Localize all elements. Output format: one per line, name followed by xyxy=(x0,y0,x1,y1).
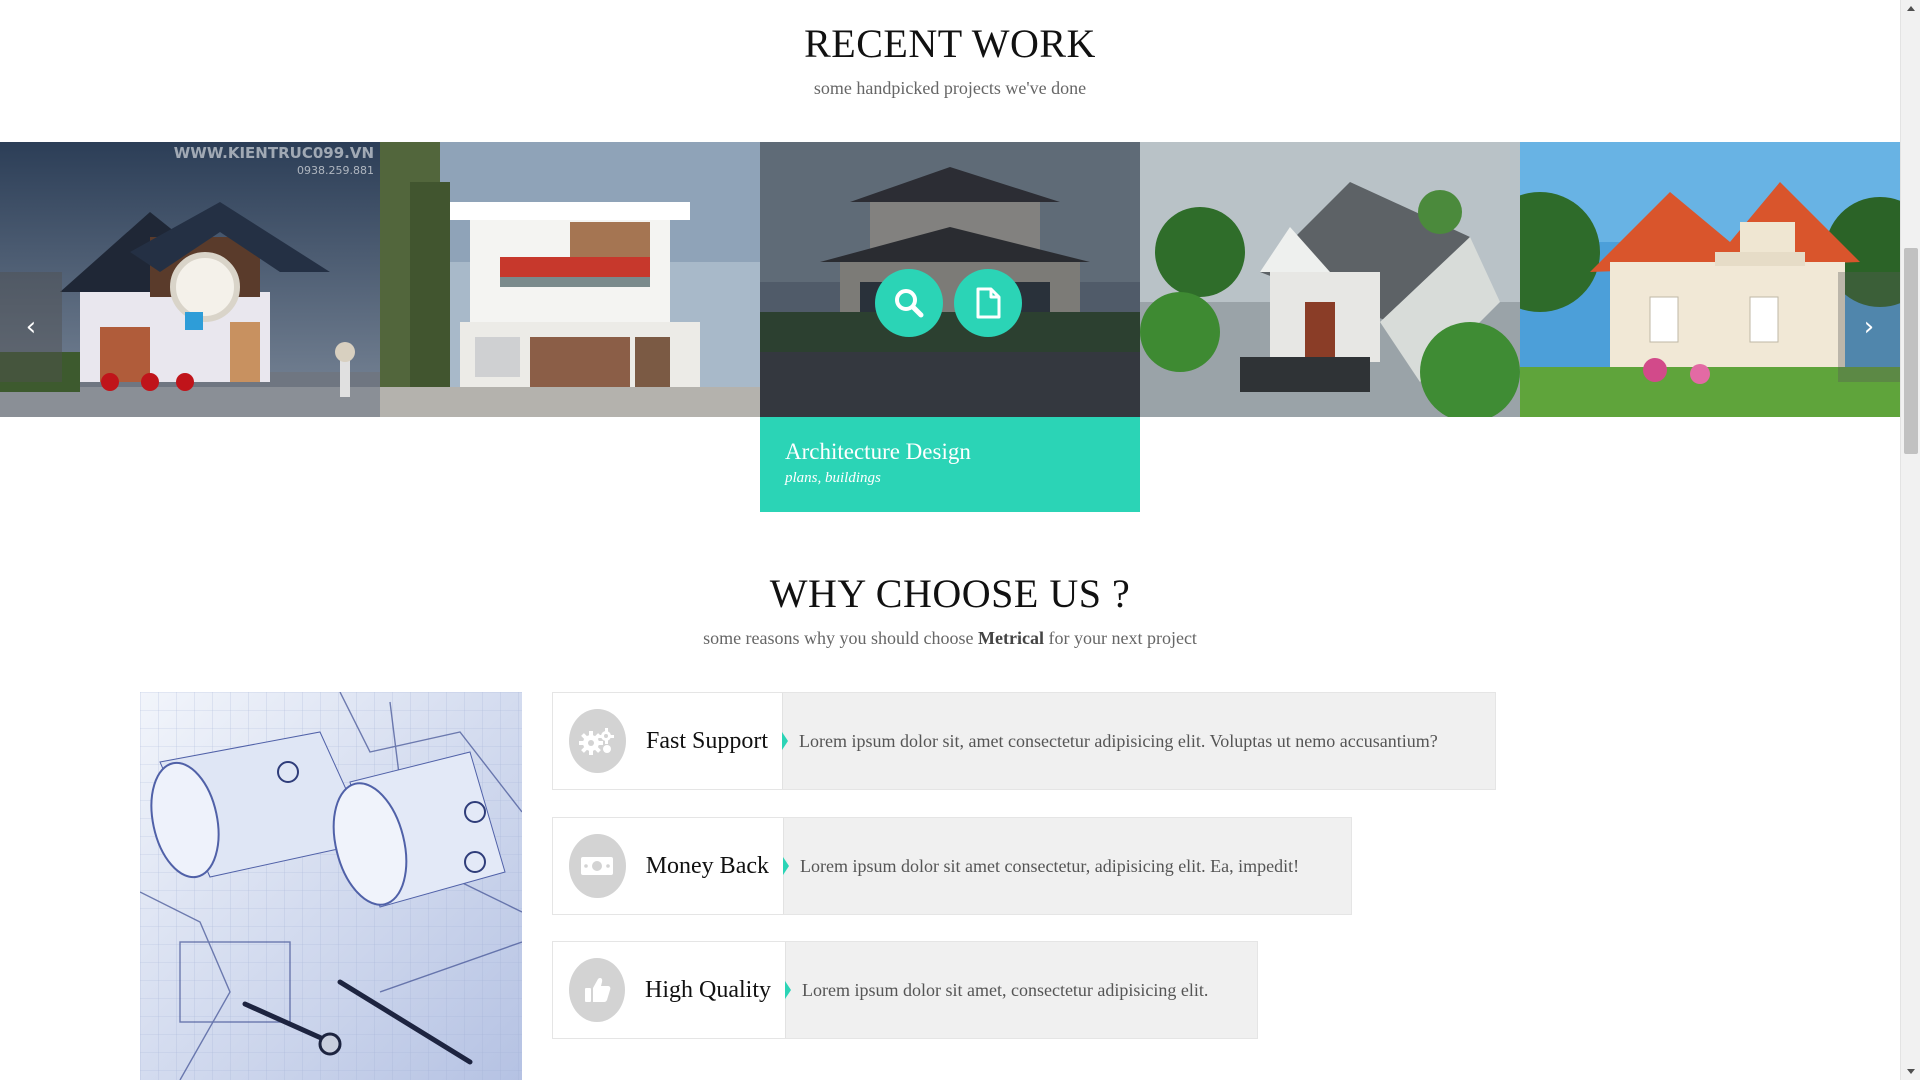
search-icon xyxy=(895,289,924,318)
portfolio-caption[interactable]: Architecture Design plans, buildings xyxy=(760,417,1140,512)
why-choose-title: WHY CHOOSE US ? xyxy=(769,571,1131,616)
recent-work-title: RECENT WORK xyxy=(804,21,1096,66)
subtitle-after: for your next project xyxy=(1043,628,1197,648)
portfolio-item-2[interactable] xyxy=(380,142,760,417)
scroll-thumb[interactable] xyxy=(1904,248,1918,454)
subtitle-before: some reasons why you should choose xyxy=(703,628,979,648)
feature-title: High Quality xyxy=(645,976,771,1003)
watermark-site: WWW.KIENTRUC099.VN xyxy=(173,144,374,162)
page: RECENT WORK some handpicked projects we'… xyxy=(0,0,1900,1080)
thumbs-up-icon xyxy=(569,958,625,1022)
feature-text: Lorem ipsum dolor sit amet consectetur, … xyxy=(800,855,1300,876)
feature-description: Lorem ipsum dolor sit, amet consectetur … xyxy=(782,693,1495,789)
caption-title: Architecture Design xyxy=(785,439,971,464)
caption-tags: plans, buildings xyxy=(785,470,881,487)
feature-title: Fast Support xyxy=(645,727,768,754)
money-icon xyxy=(569,834,626,898)
zoom-button[interactable] xyxy=(875,269,943,337)
portfolio-item-4[interactable] xyxy=(1140,142,1520,417)
chevron-right-icon: › xyxy=(1863,312,1875,342)
portfolio-gallery: WWW.KIENTRUC099.VN 0938.259.881 xyxy=(0,142,1900,417)
why-choose-subtitle: some reasons why you should choose Metri… xyxy=(0,628,1900,649)
grey-roof-house-image xyxy=(1140,142,1520,417)
feature-description: Lorem ipsum dolor sit amet consectetur, … xyxy=(783,818,1351,914)
brand-name: Metrical xyxy=(978,628,1044,648)
gallery-prev-button[interactable]: ‹ xyxy=(0,272,62,382)
feature-fast-support: Fast Support Lorem ipsum dolor sit, amet… xyxy=(552,692,1496,790)
chevron-left-icon: ‹ xyxy=(25,312,37,342)
details-button[interactable] xyxy=(954,269,1022,337)
feature-description: Lorem ipsum dolor sit amet, consectetur … xyxy=(785,942,1257,1038)
feature-money-back: Money Back Lorem ipsum dolor sit amet co… xyxy=(552,817,1352,915)
feature-text: Lorem ipsum dolor sit amet, consectetur … xyxy=(802,979,1209,1000)
gears-icon xyxy=(569,709,626,773)
gallery-next-button[interactable]: › xyxy=(1838,272,1900,382)
portfolio-item-3-active[interactable] xyxy=(760,142,1140,417)
scroll-down-icon[interactable] xyxy=(1901,1063,1920,1080)
feature-title: Money Back xyxy=(645,852,769,879)
blueprint-image xyxy=(140,692,522,1080)
scroll-up-icon[interactable] xyxy=(1901,0,1920,17)
modern-house-image xyxy=(380,142,760,417)
feature-high-quality: High Quality Lorem ipsum dolor sit amet,… xyxy=(552,941,1258,1039)
document-icon xyxy=(976,287,1001,319)
architecture-design-image xyxy=(760,142,1140,417)
watermark-phone: 0938.259.881 xyxy=(297,164,374,177)
feature-text: Lorem ipsum dolor sit, amet consectetur … xyxy=(799,730,1438,751)
vertical-scrollbar[interactable] xyxy=(1900,0,1920,1080)
recent-work-subtitle: some handpicked projects we've done xyxy=(813,78,1087,98)
